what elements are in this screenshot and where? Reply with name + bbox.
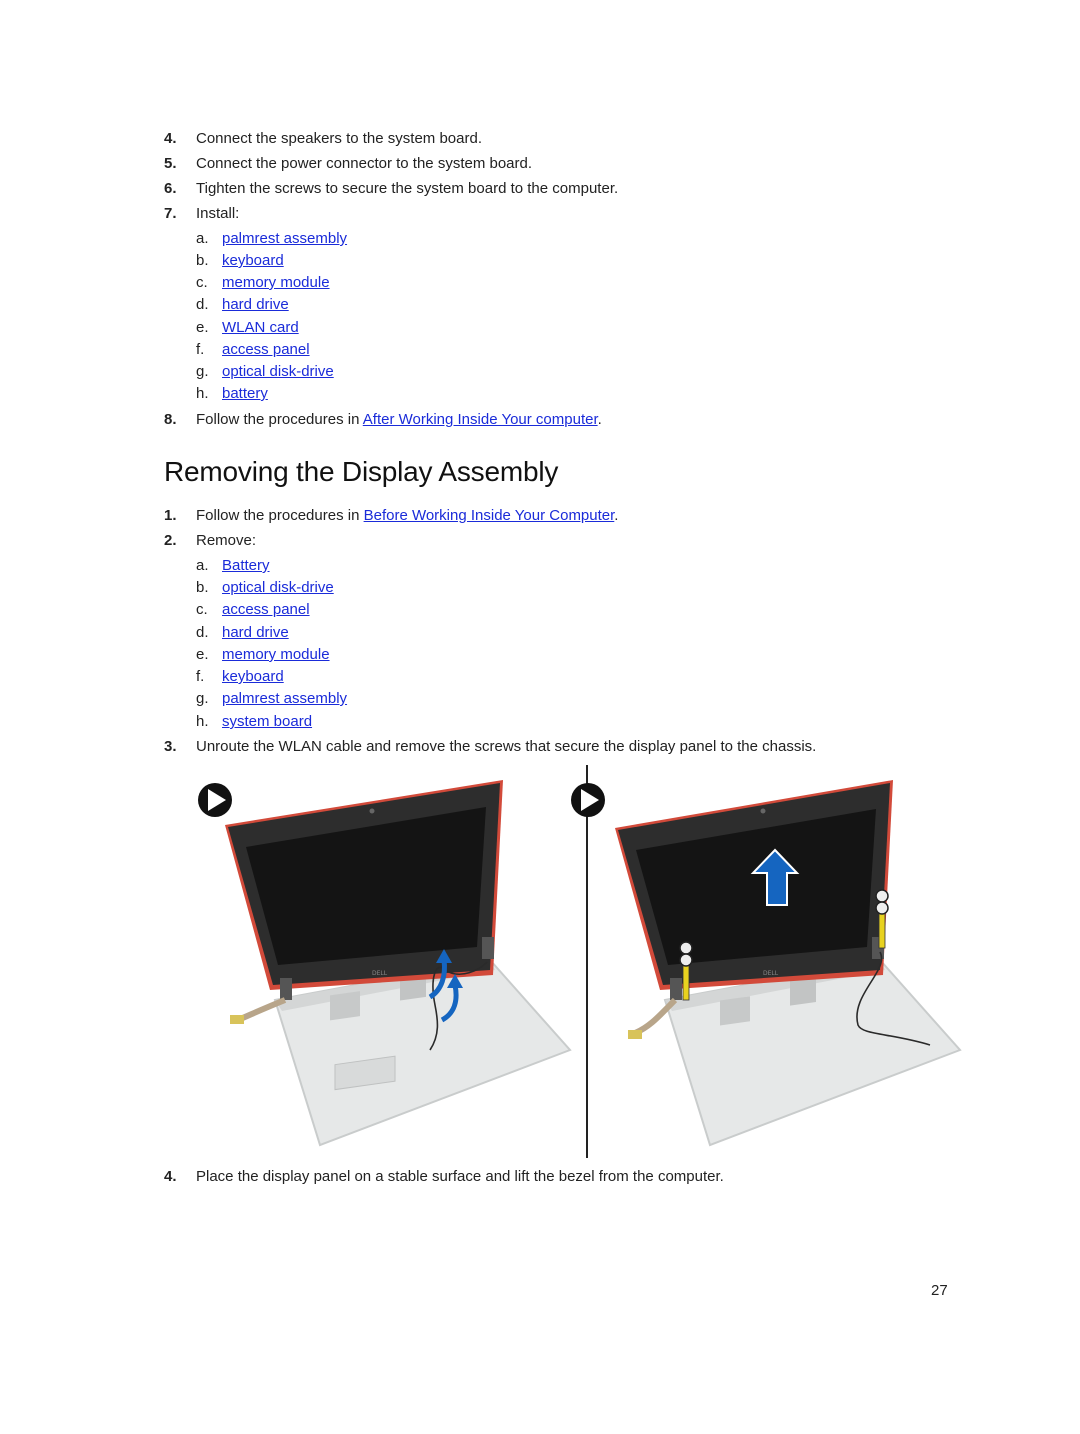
step-text-suffix: . (614, 507, 619, 524)
step-text-prefix: Follow the procedures in (196, 507, 364, 524)
step-play-icon (198, 783, 232, 817)
link-hard-drive[interactable]: hard drive (222, 295, 289, 315)
step-text: Remove: (196, 532, 257, 549)
item-letter: b. (196, 252, 209, 269)
step-text: Tighten the screws to secure the system … (196, 180, 619, 197)
link-battery[interactable]: Battery (222, 556, 270, 576)
item-letter: g. (196, 363, 209, 380)
link-access-panel[interactable]: access panel (222, 340, 310, 360)
svg-text:DELL: DELL (763, 970, 779, 977)
step-text: Follow the procedures in Before Working … (196, 506, 618, 526)
item-letter: b. (196, 579, 209, 596)
item-letter: h. (196, 385, 209, 402)
item-letter: f. (196, 668, 205, 685)
link-hard-drive[interactable]: hard drive (222, 623, 289, 643)
step-text: Unroute the WLAN cable and remove the sc… (196, 738, 817, 755)
step-text-suffix: . (597, 411, 602, 428)
step-text: Connect the speakers to the system board… (196, 130, 482, 147)
step-text-prefix: Follow the procedures in (196, 411, 363, 428)
item-letter: c. (196, 601, 208, 618)
section-heading: Removing the Display Assembly (164, 456, 559, 487)
item-letter: c. (196, 274, 208, 291)
item-letter: d. (196, 624, 209, 641)
step-number: 4. (164, 1168, 177, 1185)
link-memory-module[interactable]: memory module (222, 645, 330, 665)
item-letter: f. (196, 341, 205, 358)
figure-panel-remove-screws: DELL (571, 780, 962, 1147)
link-optical-disk-drive[interactable]: optical disk-drive (222, 362, 334, 382)
link-before-working-inside[interactable]: Before Working Inside Your Computer (364, 507, 615, 524)
link-palmrest-assembly[interactable]: palmrest assembly (222, 229, 347, 249)
step-number: 7. (164, 205, 177, 222)
step-number: 4. (164, 130, 177, 147)
item-letter: h. (196, 713, 209, 730)
link-optical-disk-drive[interactable]: optical disk-drive (222, 578, 334, 598)
step-number: 1. (164, 507, 177, 524)
step-text: Install: (196, 205, 240, 222)
link-after-working-inside[interactable]: After Working Inside Your computer (363, 411, 598, 428)
item-letter: g. (196, 690, 209, 707)
step-text: Connect the power connector to the syste… (196, 155, 533, 172)
link-system-board[interactable]: system board (222, 712, 312, 732)
step-play-icon (571, 783, 605, 817)
link-palmrest-assembly[interactable]: palmrest assembly (222, 689, 347, 709)
link-memory-module[interactable]: memory module (222, 273, 330, 293)
item-letter: d. (196, 296, 209, 313)
step-number: 5. (164, 155, 177, 172)
link-battery[interactable]: battery (222, 384, 268, 404)
item-letter: e. (196, 646, 209, 663)
step-number: 8. (164, 411, 177, 428)
page-number: 27 (931, 1282, 948, 1299)
item-letter: a. (196, 230, 209, 247)
step-number: 2. (164, 532, 177, 549)
figure-panel-unroute-cable: DELL (198, 780, 572, 1147)
step-number: 3. (164, 738, 177, 755)
link-keyboard[interactable]: keyboard (222, 667, 284, 687)
step-text: Follow the procedures in After Working I… (196, 410, 602, 430)
link-keyboard[interactable]: keyboard (222, 251, 284, 271)
display-removal-figure: DELL DELL (190, 765, 970, 1160)
step-number: 6. (164, 180, 177, 197)
svg-text:DELL: DELL (372, 970, 388, 977)
link-access-panel[interactable]: access panel (222, 600, 310, 620)
step-text: Place the display panel on a stable surf… (196, 1168, 724, 1185)
link-wlan-card[interactable]: WLAN card (222, 318, 299, 338)
item-letter: e. (196, 319, 209, 336)
item-letter: a. (196, 557, 209, 574)
